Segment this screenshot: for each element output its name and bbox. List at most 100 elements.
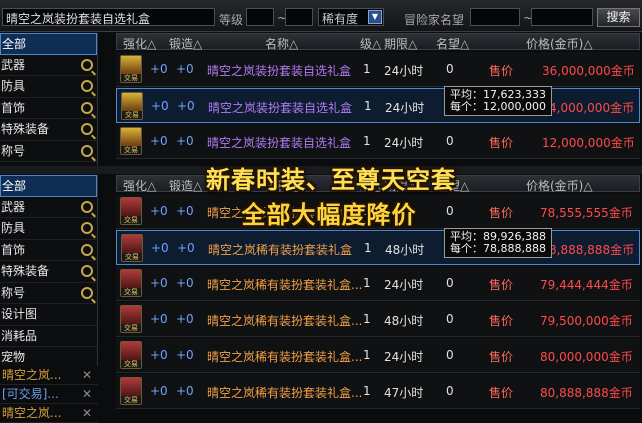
saved-search-item[interactable]: 晴空之岚... ✕ [0,366,98,385]
close-icon[interactable]: ✕ [82,366,92,384]
table-row-selected[interactable]: 交易 +0 +0 晴空之岚稀有装扮套装礼盒 1 48小时 0 8,888,888… [116,230,640,265]
trade-tag: 交易 [122,253,142,261]
search-button[interactable]: 搜索 [597,8,640,27]
col-fame[interactable]: 名望△ [436,35,469,52]
category-label: 消耗品 [1,328,38,343]
item-price: 12,000,000金币 [542,136,635,150]
trade-tag: 交易 [121,324,141,332]
sell-label: 售价 [489,314,514,328]
category-label: 称号 [1,285,26,300]
trade-tag: 交易 [121,288,141,296]
magnifier-icon[interactable] [81,101,93,114]
chevron-down-icon[interactable]: ▼ [368,10,382,24]
auction-table-top: 强化△ 锻造△ 名称△ 级△ 期限△ 名望△ 价格(金币)△ 交易 +0 +0 … [116,33,640,166]
col-enhance[interactable]: 强化△ [123,35,156,52]
fame-max-input[interactable] [531,8,593,26]
search-toolbar: 晴空之岚装扮套装自选礼盒 等级 ~ 稀有度 ▼ 冒险家名望 ~ 搜索 [0,0,642,32]
col-forge[interactable]: 锻造△ [169,35,202,52]
col-period[interactable]: 期限△ [384,35,417,52]
category-armor[interactable]: 防具 [0,76,97,98]
category-list-top: 全部 武器 防具 首饰 特殊装备 称号 [0,33,98,166]
saved-search-label: 晴空之岚... [2,406,62,420]
category-blueprint[interactable]: 设计图 [0,304,97,326]
price-tooltip: 平均：89,926,388 每个：78,888,888 [444,228,552,258]
saved-search-item[interactable]: [可交易]... ✕ [0,385,98,404]
item-fame: 0 [446,62,454,76]
item-level: 1 [364,99,372,113]
item-search-input[interactable]: 晴空之岚装扮套装自选礼盒 [2,8,215,26]
magnifier-icon[interactable] [81,123,93,135]
rarity-select[interactable]: 稀有度 ▼ [318,8,384,26]
category-accessory[interactable]: 首饰 [0,98,97,119]
saved-search-item[interactable]: 晴空之岚... ✕ [0,404,98,423]
category-label: 特殊装备 [1,122,50,136]
table-row[interactable]: 交易 +0 +0 晴空之岚稀有装扮套装礼盒... 1 24小时 0 售价 80,… [116,338,640,373]
category-all[interactable]: 全部 [0,33,97,55]
item-fame: 0 [446,348,454,362]
item-name[interactable]: 晴空之岚装扮套装自选礼盒 [207,62,351,79]
item-name[interactable]: 晴空之岚稀有装扮套装礼盒... [207,312,362,329]
gift-box-icon: 交易 [121,92,143,120]
item-fame: 0 [446,276,454,290]
category-label: 设计图 [1,307,38,321]
item-name[interactable]: 晴空之岚稀有装扮套装礼盒... [207,348,362,365]
category-weapon[interactable]: 武器 [0,55,97,76]
item-period: 24小时 [384,278,424,292]
item-price: 79,500,000金币 [540,314,633,328]
item-name[interactable]: 晴空之岚装扮套装自选礼盒 [208,99,352,116]
close-icon[interactable]: ✕ [82,404,92,422]
magnifier-icon[interactable] [81,58,93,71]
col-level[interactable]: 级△ [360,35,381,52]
col-price[interactable]: 价格(金币)△ [526,35,593,52]
table-row[interactable]: 交易 +0 +0 晴空之岚稀有装扮套装礼盒... 1 24小时 0 售价 79,… [116,266,640,301]
item-name[interactable]: 晴空之岚稀有装扮套装礼盒... [207,384,362,401]
category-title[interactable]: 称号 [0,283,97,304]
level-max-input[interactable] [285,8,313,26]
magnifier-icon[interactable] [81,265,93,277]
magnifier-icon[interactable] [81,286,93,299]
item-price: 80,888,888金币 [540,386,633,400]
category-title[interactable]: 称号 [0,141,97,162]
level-min-input[interactable] [246,8,274,26]
category-pet[interactable]: 宠物 [0,347,97,366]
trade-tag: 交易 [121,360,141,368]
gift-box-icon: 交易 [120,305,142,333]
close-icon[interactable]: ✕ [82,385,92,403]
item-price: 4,000,000金币 [549,101,635,115]
table-row[interactable]: 交易 +0 +0 晴空之岚稀有装扮套装礼盒... 1 47小时 0 售价 80,… [116,374,640,409]
promo-headline: 新春时装、至尊天空套 [206,166,456,194]
trade-tag: 交易 [122,111,142,119]
item-name[interactable]: 晴空之岚稀有装扮套装礼盒 [208,241,352,258]
enhance-value: +0 [150,348,168,362]
forge-value: +0 [176,134,194,148]
category-special-equip[interactable]: 特殊装备 [0,261,97,283]
fame-min-input[interactable] [470,8,520,26]
table-row[interactable]: 交易 +0 +0 晴空之岚装扮套装自选礼盒 1 24小时 0 售价 12,000… [116,124,640,159]
item-name[interactable]: 晴空之岚装扮套装自选礼盒 [207,134,351,151]
category-accessory[interactable]: 首饰 [0,240,97,261]
sell-label: 售价 [489,278,514,292]
item-level: 1 [363,384,371,398]
item-period: 24小时 [384,136,424,150]
item-level: 1 [363,134,371,148]
sell-label: 售价 [489,64,514,78]
magnifier-icon[interactable] [81,144,93,157]
forge-value: +0 [176,348,194,362]
magnifier-icon[interactable] [81,80,93,92]
item-price: 8,888,888金币 [549,243,635,257]
sell-label: 售价 [489,136,514,150]
category-consumable[interactable]: 消耗品 [0,326,97,347]
col-name[interactable]: 名称△ [265,35,298,52]
item-name[interactable]: 晴空之岚稀有装扮套装礼盒... [207,276,362,293]
item-period: 48小时 [384,314,424,328]
table-row[interactable]: 交易 +0 +0 晴空之岚装扮套装自选礼盒 1 24小时 0 售价 36,000… [116,52,640,87]
item-fame: 0 [446,134,454,148]
magnifier-icon[interactable] [81,243,93,256]
category-special-equip[interactable]: 特殊装备 [0,119,97,141]
category-label: 宠物 [1,350,26,364]
enhance-value: +0 [151,99,169,113]
gift-box-icon: 交易 [120,55,142,83]
table-row-selected[interactable]: 交易 +0 +0 晴空之岚装扮套装自选礼盒 1 24小时 0 4,000,000… [116,88,640,123]
table-row[interactable]: 交易 +0 +0 晴空之岚稀有装扮套装礼盒... 1 48小时 0 售价 79,… [116,302,640,337]
item-price: 36,000,000金币 [542,64,635,78]
